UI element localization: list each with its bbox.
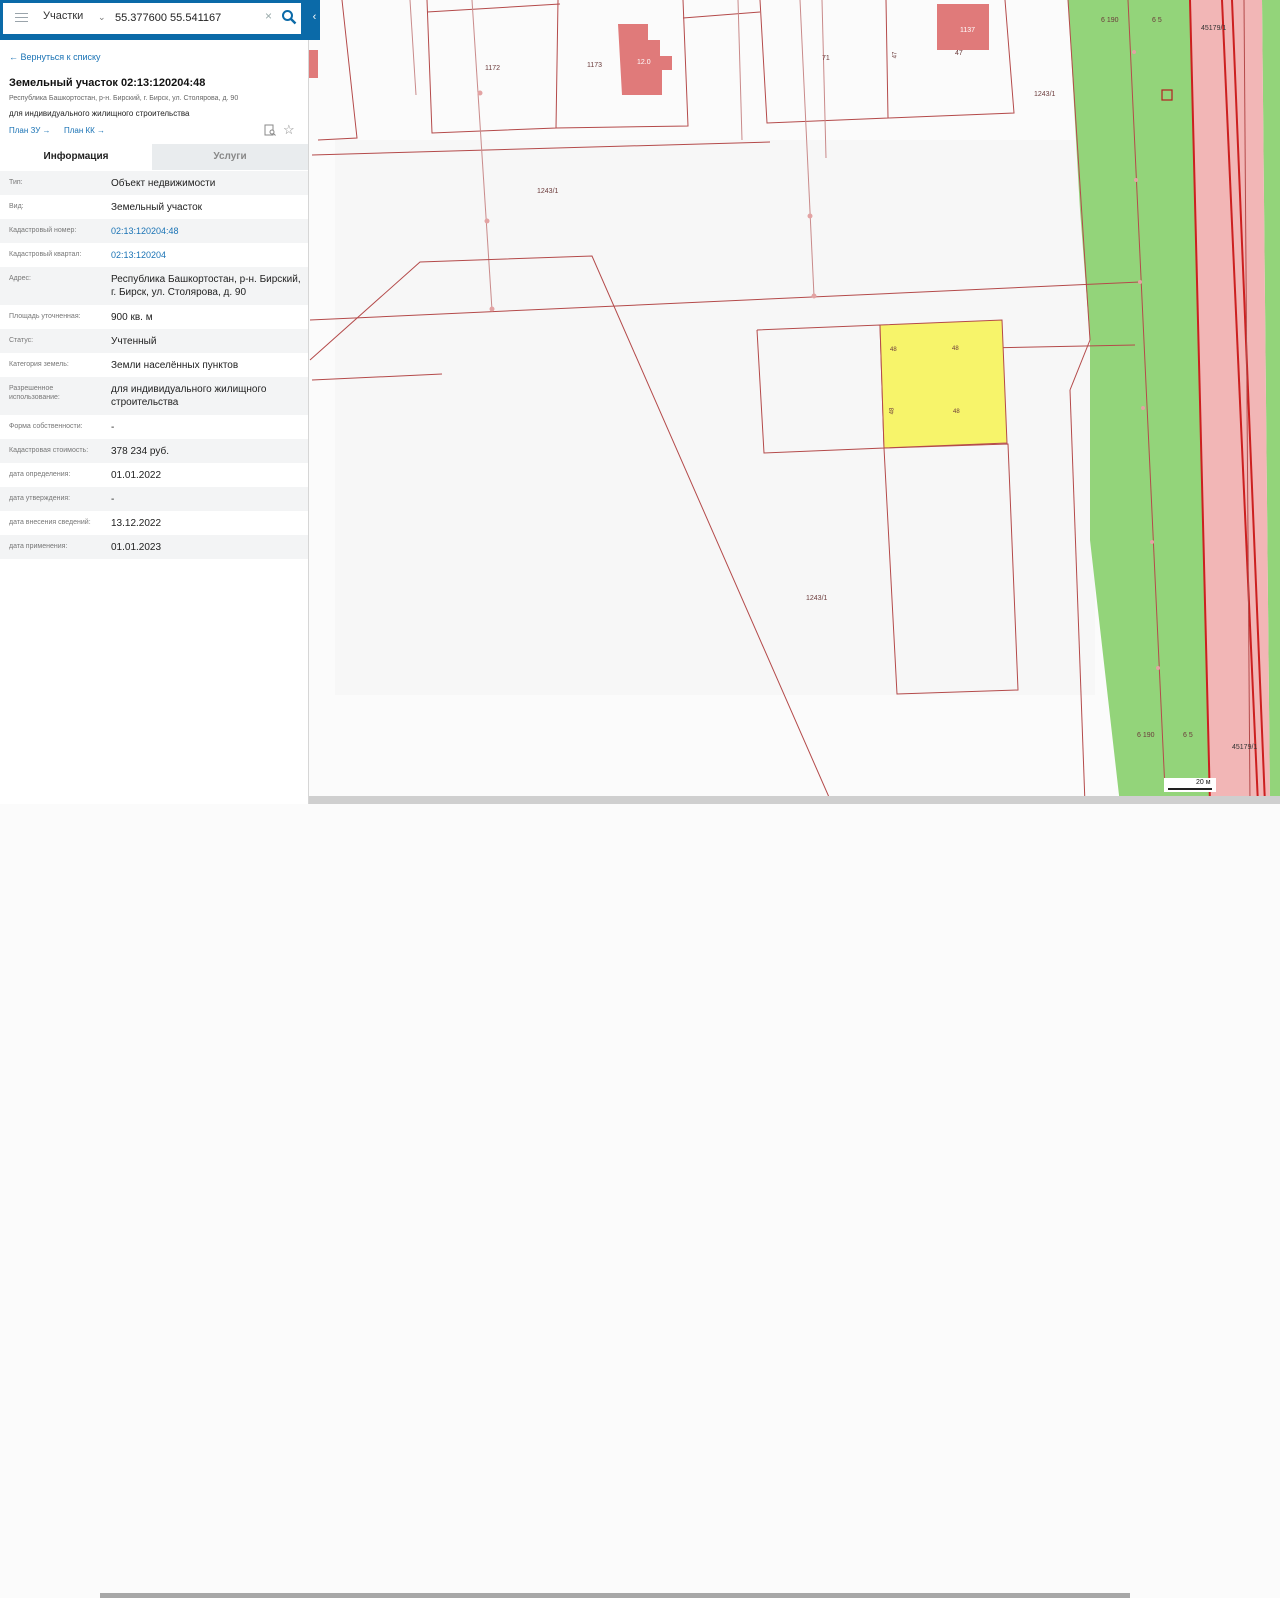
property-key: Вид: — [9, 203, 24, 210]
collapse-panel-button[interactable]: ‹ — [309, 8, 320, 26]
parcel-address: Республика Башкортостан, р-н. Бирский, г… — [9, 95, 239, 102]
chevron-down-icon[interactable]: ⌄ — [98, 12, 106, 23]
property-value: 378 234 руб. — [111, 446, 169, 457]
property-key: Форма собственности: — [9, 423, 83, 430]
parcel-number: 48 — [952, 346, 959, 352]
parcel-number: 48 — [890, 347, 897, 353]
property-row: дата утверждения: - — [0, 487, 308, 511]
close-icon[interactable]: × — [265, 9, 272, 23]
zone-number: 6 5 — [1183, 732, 1193, 739]
property-key: Кадастровая стоимость: — [9, 447, 89, 454]
property-value: Земельный участок — [111, 202, 203, 213]
tab-services[interactable]: Услуги — [152, 144, 308, 170]
scale-label: 20 м — [1196, 779, 1211, 786]
menu-icon[interactable] — [15, 13, 28, 23]
property-row: Кадастровая стоимость: 378 234 руб. — [0, 439, 308, 463]
cadastral-number-link[interactable]: 02:13:120204:48 — [111, 225, 301, 238]
cadastral-quarter-link[interactable]: 02:13:120204 — [111, 249, 301, 262]
zone-number: 6 190 — [1137, 732, 1155, 739]
property-key: дата применения: — [9, 543, 68, 550]
quarter-number: 1243/1 — [537, 188, 559, 195]
property-row: Адрес: Республика Башкортостан, р-н. Бир… — [0, 267, 308, 305]
zone-number: 6 190 — [1101, 17, 1119, 24]
parcel-number: 48 — [953, 409, 960, 415]
property-value: - — [111, 494, 115, 505]
zone-number: 6 5 — [1152, 17, 1162, 24]
search-icon[interactable] — [281, 9, 297, 25]
property-value: Республика Башкортостан, р-н. Бирский, г… — [111, 274, 301, 298]
property-row: дата внесения сведений: 13.12.2022 — [0, 511, 308, 535]
property-key: Кадастровый номер: — [9, 227, 77, 234]
property-key: Категория земель: — [9, 361, 69, 368]
scrollbar-thumb[interactable] — [100, 1593, 1130, 1598]
property-row: Кадастровый квартал: 02:13:120204 — [0, 243, 308, 267]
property-value: 01.01.2023 — [111, 542, 162, 553]
zone-number: 45179/1 — [1232, 744, 1258, 751]
property-row: дата определения: 01.01.2022 — [0, 463, 308, 487]
selected-parcel[interactable] — [879, 319, 1008, 449]
zone-number: 45179/1 — [1201, 25, 1227, 32]
property-key: дата внесения сведений: — [9, 519, 91, 526]
property-value: Земли населённых пунктов — [111, 360, 239, 371]
plan-kk-link[interactable]: План КК → — [64, 126, 105, 135]
document-search-icon[interactable] — [264, 124, 276, 136]
property-key: Адрес: — [9, 275, 31, 282]
plan-zu-link[interactable]: План ЗУ → — [9, 126, 51, 135]
property-row: Форма собственности: - — [0, 415, 308, 439]
parcel-number: 47 — [892, 51, 899, 59]
scale-line — [1168, 788, 1212, 790]
search-box: Участки ⌄ × — [3, 3, 301, 34]
property-key: Площадь уточненная: — [9, 313, 81, 320]
back-to-list-link[interactable]: ← Вернуться к списку — [9, 52, 101, 62]
search-input[interactable] — [115, 9, 265, 27]
property-row: Разрешенное использование: для индивидуа… — [0, 377, 308, 415]
property-row: Категория земель: Земли населённых пункт… — [0, 353, 308, 377]
parcel-number: 71 — [822, 55, 830, 62]
building-number: 12.0 — [637, 59, 651, 66]
parcel-number: 48 — [889, 407, 896, 415]
property-row: Вид: Земельный участок — [0, 195, 308, 219]
property-list: Тип: Объект недвижимости Вид: Земельный … — [0, 171, 308, 559]
search-bar: Участки ⌄ × — [0, 0, 320, 40]
property-value: 900 кв. м — [111, 312, 153, 323]
property-key: Статус: — [9, 337, 34, 344]
property-key: Тип: — [9, 179, 23, 186]
property-row: Статус: Учтенный — [0, 329, 308, 353]
property-row: Площадь уточненная: 900 кв. м — [0, 305, 308, 329]
property-row: Тип: Объект недвижимости — [0, 171, 308, 195]
scale-bar: 20 м — [1164, 778, 1216, 792]
property-value: 13.12.2022 — [111, 518, 162, 529]
tab-info[interactable]: Информация — [0, 144, 152, 170]
parcel-number: 47 — [955, 50, 963, 57]
property-value: для индивидуального жилищного строительс… — [111, 384, 267, 408]
property-value: 01.01.2022 — [111, 470, 162, 481]
star-icon[interactable]: ☆ — [283, 122, 295, 138]
parcel-number: 1172 — [485, 65, 501, 72]
property-value: Объект недвижимости — [111, 178, 216, 189]
property-key: Разрешенное использование: — [9, 385, 60, 401]
property-key: дата определения: — [9, 471, 71, 478]
property-key: дата утверждения: — [9, 495, 71, 502]
property-value: Учтенный — [111, 336, 157, 347]
building-number: 1137 — [960, 27, 976, 34]
info-panel: Участки ⌄ × ‹ ← Вернуться к списку Земел… — [0, 0, 320, 804]
parcel-title: Земельный участок 02:13:120204:48 — [9, 77, 206, 89]
quarter-number: 1243/1 — [806, 595, 828, 602]
property-value: - — [111, 422, 115, 433]
parcel-number: 1173 — [587, 62, 603, 69]
property-row: Кадастровый номер: 02:13:120204:48 — [0, 219, 308, 243]
layer-select[interactable]: Участки — [43, 10, 83, 22]
property-key: Кадастровый квартал: — [9, 251, 82, 258]
tabs: Информация Услуги — [0, 144, 308, 170]
property-row: дата применения: 01.01.2023 — [0, 535, 308, 559]
quarter-number: 1243/1 — [1034, 91, 1056, 98]
parcel-purpose: для индивидуального жилищного строительс… — [9, 109, 190, 118]
